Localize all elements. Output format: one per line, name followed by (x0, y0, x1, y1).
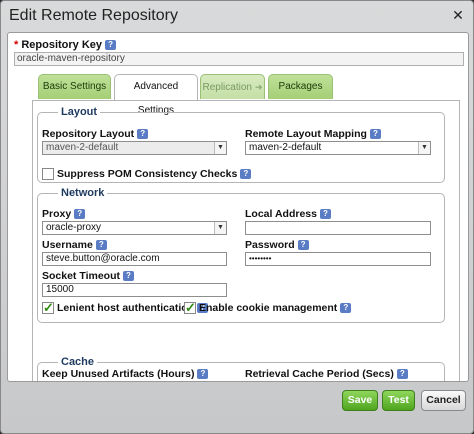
tab-advanced-settings[interactable]: Advanced Settings (114, 74, 198, 116)
keep-unused-label: Keep Unused Artifacts (Hours)? (42, 368, 209, 380)
password-label: Password? (245, 239, 309, 251)
remote-layout-mapping-select[interactable]: maven-2-default ▼ (245, 141, 431, 155)
tab-basic-settings[interactable]: Basic Settings (38, 74, 111, 99)
socket-timeout-label-text: Socket Timeout (42, 270, 120, 282)
help-icon[interactable]: ? (369, 129, 381, 140)
help-icon[interactable]: ? (123, 271, 134, 282)
remote-layout-mapping-label: Remote Layout Mapping? (245, 128, 381, 140)
network-fieldset: Network Proxy? oracle-proxy ▼ Local Addre… (37, 187, 445, 323)
password-input[interactable]: •••••••• (245, 252, 431, 266)
cookie-management-checkbox[interactable] (184, 300, 196, 316)
help-icon[interactable]: ? (137, 129, 149, 140)
proxy-label: Proxy? (42, 208, 86, 220)
username-input[interactable]: steve.button@oracle.com (42, 252, 227, 266)
cache-fieldset: Cache Keep Unused Artifacts (Hours)? 0 R… (37, 356, 445, 382)
retrieval-cache-label-text: Retrieval Cache Period (Secs) (245, 368, 394, 380)
suppress-pom-row[interactable]: Suppress POM Consistency Checks? (42, 168, 252, 181)
remote-layout-mapping-value: maven-2-default (249, 142, 322, 153)
replication-arrow-icon: ➜ (254, 82, 263, 92)
repository-key-label: * Repository Key? (14, 39, 117, 51)
suppress-pom-label: Suppress POM Consistency Checks (57, 168, 238, 180)
dialog-panel: * Repository Key? oracle-maven-repositor… (7, 32, 469, 382)
proxy-select[interactable]: oracle-proxy ▼ (42, 221, 227, 235)
suppress-pom-checkbox[interactable] (42, 168, 54, 181)
remote-layout-mapping-label-text: Remote Layout Mapping (245, 128, 367, 140)
network-legend: Network (61, 187, 105, 199)
test-button[interactable]: Test (382, 390, 415, 411)
username-label: Username? (42, 239, 107, 251)
help-icon[interactable]: ? (197, 369, 209, 380)
socket-timeout-label: Socket Timeout? (42, 270, 134, 282)
close-icon[interactable]: ✕ (449, 6, 467, 24)
repository-layout-label-text: Repository Layout (42, 128, 135, 140)
help-icon[interactable]: ? (105, 40, 117, 51)
save-button[interactable]: Save (342, 390, 378, 411)
tab-replication: Replication ➜ (200, 74, 265, 99)
chevron-down-icon: ▼ (214, 222, 226, 234)
advanced-settings-content: Layout Repository Layout? maven-2-defaul… (32, 100, 460, 382)
lenient-host-checkbox[interactable] (42, 300, 54, 316)
layout-fieldset: Layout Repository Layout? maven-2-defaul… (37, 106, 445, 183)
local-address-label-text: Local Address (245, 208, 317, 220)
tab-replication-label: Replication (202, 82, 252, 93)
username-label-text: Username (42, 239, 93, 251)
help-icon[interactable]: ? (95, 240, 107, 251)
help-icon[interactable]: ? (240, 169, 252, 180)
edit-remote-repository-dialog: Edit Remote Repository ✕ * Repository Ke… (0, 0, 474, 434)
proxy-label-text: Proxy (42, 208, 72, 220)
dialog-title: Edit Remote Repository (9, 7, 178, 24)
repository-layout-select[interactable]: maven-2-default ▼ (42, 141, 227, 155)
retrieval-cache-label: Retrieval Cache Period (Secs)? (245, 368, 408, 380)
keep-unused-input[interactable]: 0 (42, 381, 227, 382)
proxy-value: oracle-proxy (46, 222, 102, 233)
local-address-input[interactable] (245, 221, 431, 235)
socket-timeout-input[interactable]: 15000 (42, 283, 227, 297)
repository-layout-label: Repository Layout? (42, 128, 149, 140)
help-icon[interactable]: ? (74, 209, 86, 220)
help-icon[interactable]: ? (319, 209, 331, 220)
chevron-down-icon: ▼ (418, 142, 430, 154)
required-star: * (14, 39, 19, 51)
layout-legend: Layout (61, 106, 98, 118)
cookie-management-label: Enable cookie management (199, 302, 338, 314)
retrieval-cache-input[interactable]: 0 (245, 381, 431, 382)
password-label-text: Password (245, 239, 295, 251)
cancel-button[interactable]: Cancel (421, 390, 466, 411)
help-icon[interactable]: ? (396, 369, 408, 380)
tab-packages[interactable]: Packages (268, 74, 333, 99)
cookie-management-row[interactable]: Enable cookie management? (184, 300, 352, 316)
repository-key-label-text: Repository Key (21, 39, 103, 51)
lenient-host-label: Lenient host authentication (57, 302, 195, 314)
help-icon[interactable]: ? (340, 303, 352, 314)
keep-unused-label-text: Keep Unused Artifacts (Hours) (42, 368, 195, 380)
chevron-down-icon: ▼ (214, 142, 226, 154)
help-icon[interactable]: ? (297, 240, 309, 251)
repository-key-input[interactable]: oracle-maven-repository (14, 52, 464, 66)
repository-layout-value: maven-2-default (46, 142, 119, 153)
cache-legend: Cache (61, 356, 95, 368)
local-address-label: Local Address? (245, 208, 331, 220)
